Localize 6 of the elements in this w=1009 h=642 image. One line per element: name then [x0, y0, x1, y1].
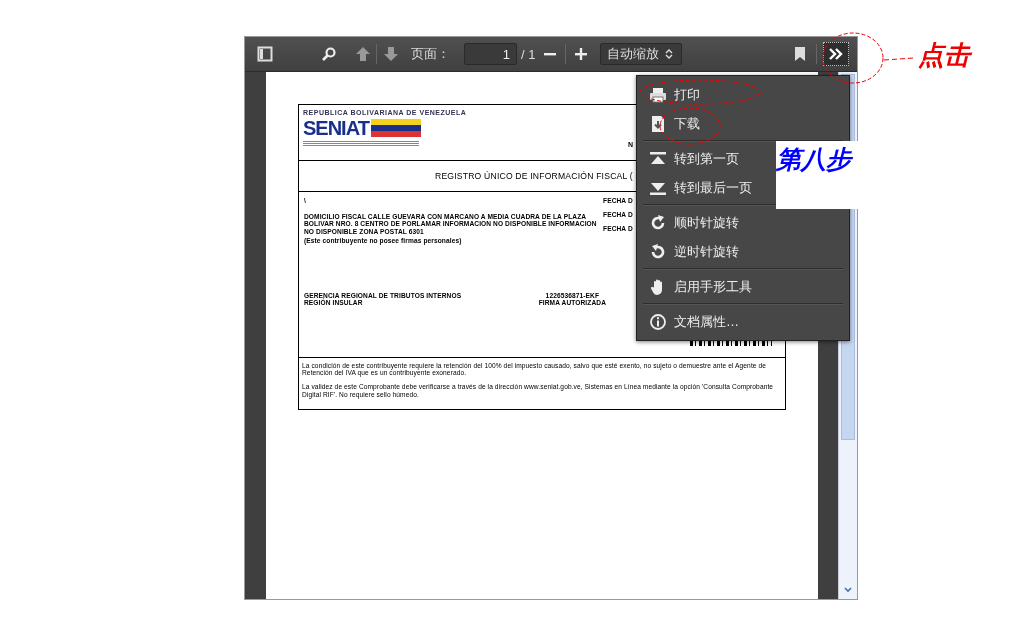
document-title: REGISTRO ÚNICO DE INFORMACIÓN FISCAL ( — [435, 171, 633, 181]
seniat-logo: SENIAT — [303, 117, 421, 147]
annotation-text: 点击 — [918, 39, 970, 72]
page-total: / 1 — [521, 46, 536, 62]
page-label: 页面： — [411, 45, 450, 63]
annotation-label: 第八步 — [776, 141, 858, 209]
